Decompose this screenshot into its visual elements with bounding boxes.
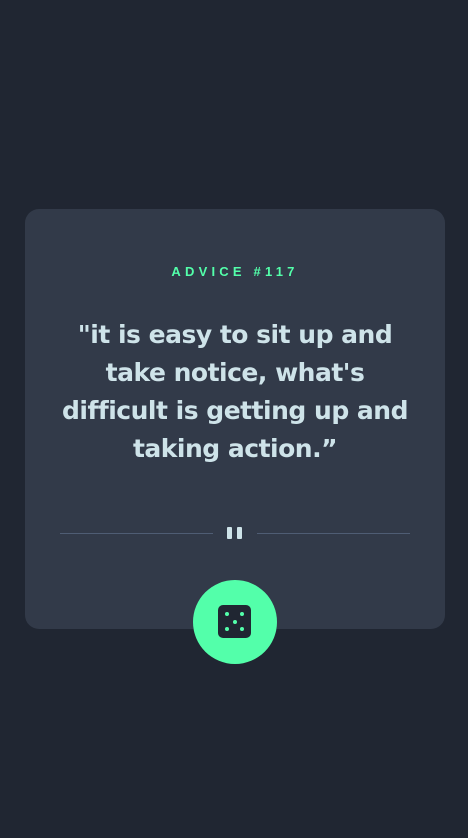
divider-line-left — [60, 533, 213, 534]
advice-number: ADVICE #117 — [171, 264, 299, 279]
divider-line-right — [257, 533, 410, 534]
advice-quote: "it is easy to sit up and take notice, w… — [62, 320, 408, 463]
generate-advice-button[interactable] — [193, 580, 277, 664]
pattern-divider — [60, 521, 410, 545]
pause-icon — [227, 527, 243, 539]
advice-card: ADVICE #117 "it is easy to sit up and ta… — [25, 209, 445, 629]
dice-icon — [218, 605, 251, 638]
